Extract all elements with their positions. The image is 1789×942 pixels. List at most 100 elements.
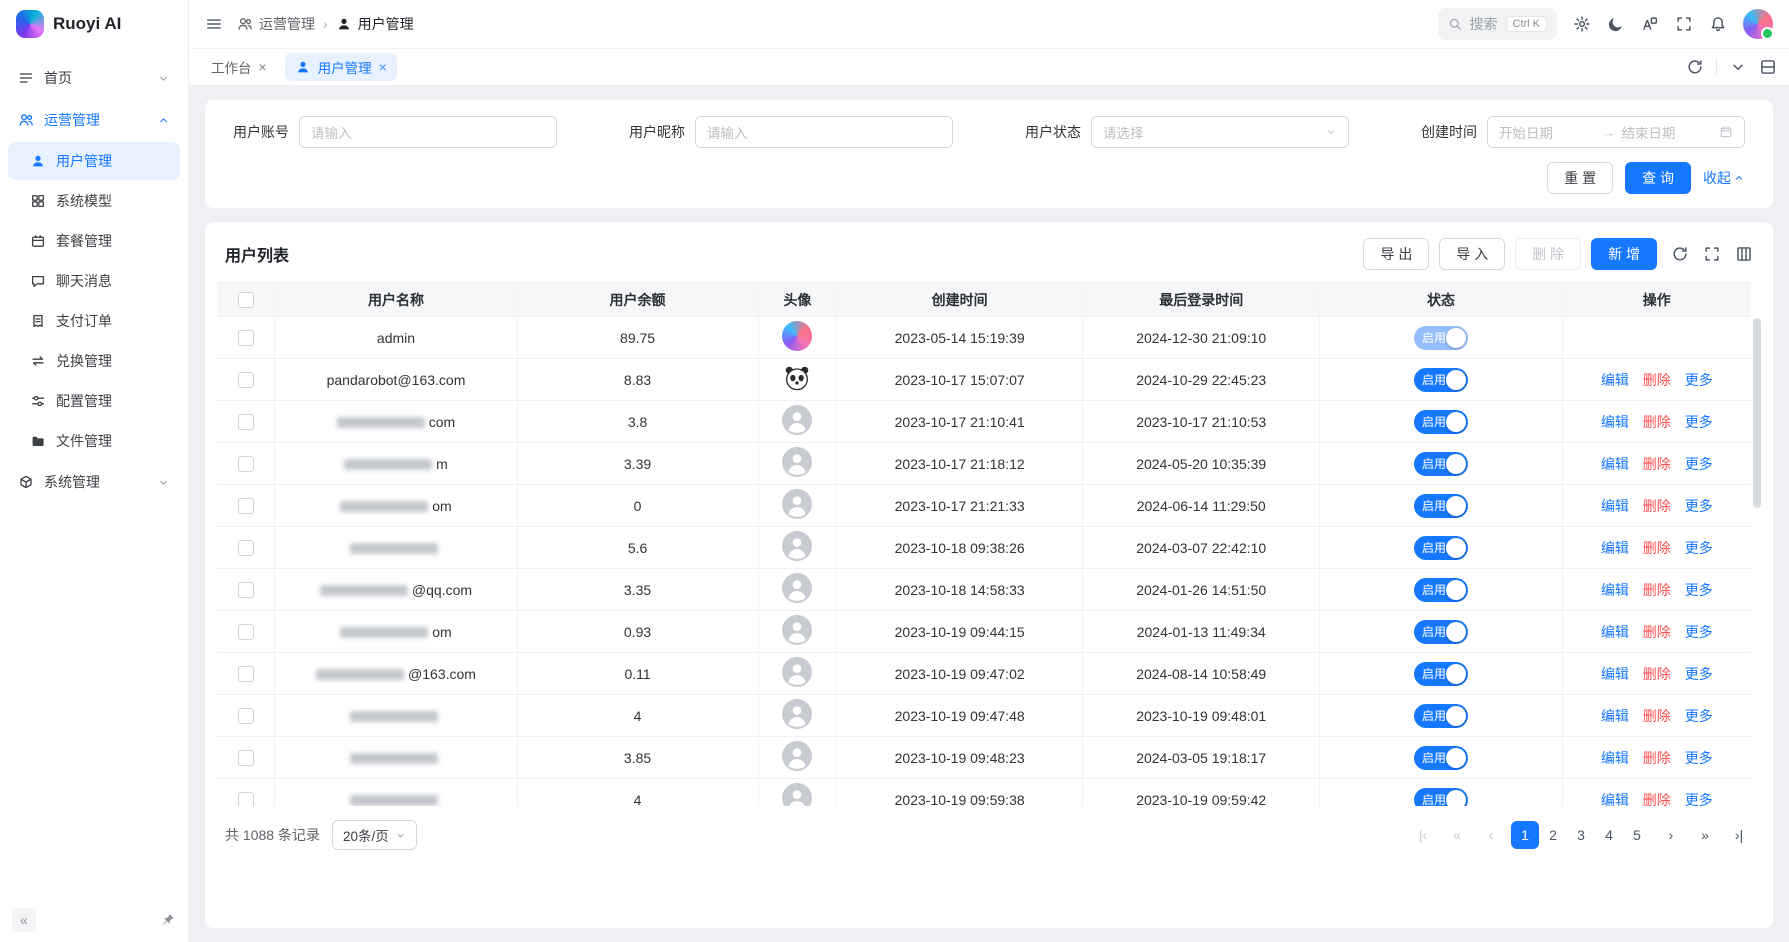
row-checkbox[interactable] (238, 414, 254, 430)
global-search[interactable]: 搜索 Ctrl K (1438, 8, 1558, 40)
app-logo[interactable]: Ruoyi AI (0, 0, 188, 48)
user-avatar[interactable] (1743, 9, 1773, 39)
sidebar-subitem-1[interactable]: 系统模型 (8, 182, 180, 220)
select-all-checkbox[interactable] (238, 292, 254, 308)
edit-link[interactable]: 编辑 (1601, 750, 1629, 766)
row-checkbox[interactable] (238, 666, 254, 682)
close-icon[interactable]: × (259, 60, 267, 74)
sidebar-item-operations[interactable]: 运营管理 (8, 100, 180, 140)
column-settings-icon[interactable] (1735, 245, 1753, 263)
more-link[interactable]: 更多 (1685, 498, 1713, 514)
more-link[interactable]: 更多 (1685, 708, 1713, 724)
row-checkbox[interactable] (238, 372, 254, 388)
row-checkbox[interactable] (238, 540, 254, 556)
theme-toggle-icon[interactable] (1607, 15, 1625, 33)
import-button[interactable]: 导 入 (1439, 238, 1505, 270)
more-link[interactable]: 更多 (1685, 372, 1713, 388)
row-checkbox[interactable] (238, 498, 254, 514)
hamburger-icon[interactable] (205, 15, 223, 33)
collapse-filters-link[interactable]: 收起 (1703, 168, 1745, 188)
delete-link[interactable]: 删除 (1643, 582, 1671, 598)
export-button[interactable]: 导 出 (1363, 238, 1429, 270)
row-checkbox[interactable] (238, 708, 254, 724)
pin-icon[interactable] (160, 912, 176, 928)
delete-button[interactable]: 删 除 (1515, 238, 1581, 270)
edit-link[interactable]: 编辑 (1601, 624, 1629, 640)
created-date-range[interactable]: 开始日期 → 结束日期 (1487, 116, 1745, 148)
delete-link[interactable]: 删除 (1643, 750, 1671, 766)
status-toggle[interactable]: 启用 (1414, 746, 1468, 770)
jump-next-button[interactable]: » (1691, 821, 1719, 849)
delete-link[interactable]: 删除 (1643, 666, 1671, 682)
reset-button[interactable]: 重 置 (1547, 162, 1613, 194)
table-fullscreen-icon[interactable] (1703, 245, 1721, 263)
edit-link[interactable]: 编辑 (1601, 666, 1629, 682)
last-page-button[interactable]: ›| (1725, 821, 1753, 849)
edit-link[interactable]: 编辑 (1601, 540, 1629, 556)
status-toggle[interactable]: 启用 (1414, 410, 1468, 434)
more-link[interactable]: 更多 (1685, 750, 1713, 766)
row-checkbox[interactable] (238, 582, 254, 598)
sidebar-subitem-4[interactable]: 支付订单 (8, 302, 180, 340)
settings-icon[interactable] (1573, 15, 1591, 33)
status-toggle[interactable]: 启用 (1414, 536, 1468, 560)
add-button[interactable]: 新 增 (1591, 238, 1657, 270)
refresh-table-icon[interactable] (1671, 245, 1689, 263)
delete-link[interactable]: 删除 (1643, 372, 1671, 388)
query-button[interactable]: 查 询 (1625, 162, 1691, 194)
nickname-input[interactable]: 请输入 (695, 116, 953, 148)
breadcrumb-user-management[interactable]: 用户管理 (336, 14, 414, 34)
sidebar-subitem-0[interactable]: 用户管理 (8, 142, 180, 180)
fullscreen-icon[interactable] (1675, 15, 1693, 33)
status-toggle[interactable]: 启用 (1414, 578, 1468, 602)
delete-link[interactable]: 删除 (1643, 498, 1671, 514)
refresh-icon[interactable] (1686, 58, 1704, 76)
edit-link[interactable]: 编辑 (1601, 456, 1629, 472)
layout-icon[interactable] (1759, 58, 1777, 76)
edit-link[interactable]: 编辑 (1601, 372, 1629, 388)
jump-prev-button[interactable]: « (1443, 821, 1471, 849)
status-toggle[interactable]: 启用 (1414, 620, 1468, 644)
sidebar-subitem-7[interactable]: 文件管理 (8, 422, 180, 460)
more-link[interactable]: 更多 (1685, 582, 1713, 598)
first-page-button[interactable]: |‹ (1409, 821, 1437, 849)
delete-link[interactable]: 删除 (1643, 708, 1671, 724)
prev-page-button[interactable]: ‹ (1477, 821, 1505, 849)
scrollbar-thumb[interactable] (1753, 318, 1761, 508)
status-toggle[interactable]: 启用 (1414, 368, 1468, 392)
status-select[interactable]: 请选择 (1091, 116, 1349, 148)
page-size-select[interactable]: 20条/页 (332, 820, 417, 850)
breadcrumb-operations[interactable]: 运营管理 (237, 14, 315, 34)
edit-link[interactable]: 编辑 (1601, 498, 1629, 514)
more-link[interactable]: 更多 (1685, 414, 1713, 430)
sidebar-subitem-5[interactable]: 兑换管理 (8, 342, 180, 380)
more-link[interactable]: 更多 (1685, 624, 1713, 640)
more-link[interactable]: 更多 (1685, 792, 1713, 807)
tab-menu-chevron-icon[interactable] (1729, 58, 1747, 76)
edit-link[interactable]: 编辑 (1601, 792, 1629, 807)
delete-link[interactable]: 删除 (1643, 414, 1671, 430)
tab-user-management[interactable]: 用户管理 × (285, 53, 397, 81)
status-toggle[interactable]: 启用 (1414, 662, 1468, 686)
status-toggle[interactable]: 启用 (1414, 704, 1468, 728)
sidebar-collapse-button[interactable]: « (12, 908, 36, 932)
edit-link[interactable]: 编辑 (1601, 708, 1629, 724)
delete-link[interactable]: 删除 (1643, 456, 1671, 472)
close-icon[interactable]: × (379, 60, 387, 74)
row-checkbox[interactable] (238, 792, 254, 806)
edit-link[interactable]: 编辑 (1601, 414, 1629, 430)
page-button-3[interactable]: 3 (1567, 821, 1595, 849)
sidebar-subitem-6[interactable]: 配置管理 (8, 382, 180, 420)
tab-workbench[interactable]: 工作台 × (201, 53, 277, 81)
row-checkbox[interactable] (238, 330, 254, 346)
status-toggle[interactable]: 启用 (1414, 326, 1468, 350)
more-link[interactable]: 更多 (1685, 666, 1713, 682)
row-checkbox[interactable] (238, 456, 254, 472)
more-link[interactable]: 更多 (1685, 456, 1713, 472)
sidebar-subitem-3[interactable]: 聊天消息 (8, 262, 180, 300)
edit-link[interactable]: 编辑 (1601, 582, 1629, 598)
next-page-button[interactable]: › (1657, 821, 1685, 849)
row-checkbox[interactable] (238, 750, 254, 766)
status-toggle[interactable]: 启用 (1414, 494, 1468, 518)
page-button-4[interactable]: 4 (1595, 821, 1623, 849)
